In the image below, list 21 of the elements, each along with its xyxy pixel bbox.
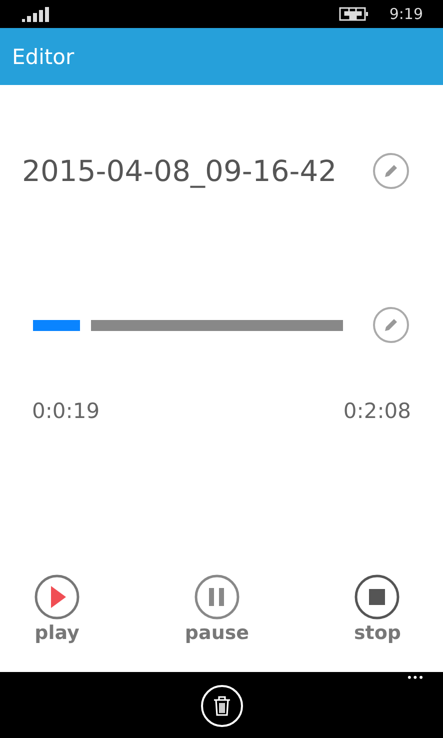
pencil-icon [382, 162, 400, 180]
recording-name: 2015-04-08_09-16-42 [22, 154, 337, 188]
clock-time: 9:19 [389, 5, 423, 23]
progress-track[interactable] [33, 320, 343, 330]
rename-button[interactable] [373, 153, 409, 189]
more-button[interactable]: ••• [407, 672, 425, 684]
battery-charging-icon [339, 7, 370, 21]
edit-button[interactable] [373, 307, 409, 343]
elapsed-time: 0:0:19 [32, 399, 100, 423]
pause-button[interactable]: pause [184, 574, 250, 644]
play-button[interactable]: play [34, 574, 80, 644]
total-time: 0:2:08 [343, 399, 411, 423]
stop-icon [354, 574, 400, 620]
pause-icon [194, 574, 240, 620]
trash-icon [212, 695, 232, 717]
delete-button[interactable] [200, 685, 242, 727]
signal-icon [22, 6, 50, 22]
play-icon [34, 574, 80, 620]
stop-button[interactable]: stop [354, 574, 401, 644]
pencil-icon [382, 316, 400, 334]
page-title: Editor [12, 44, 74, 68]
